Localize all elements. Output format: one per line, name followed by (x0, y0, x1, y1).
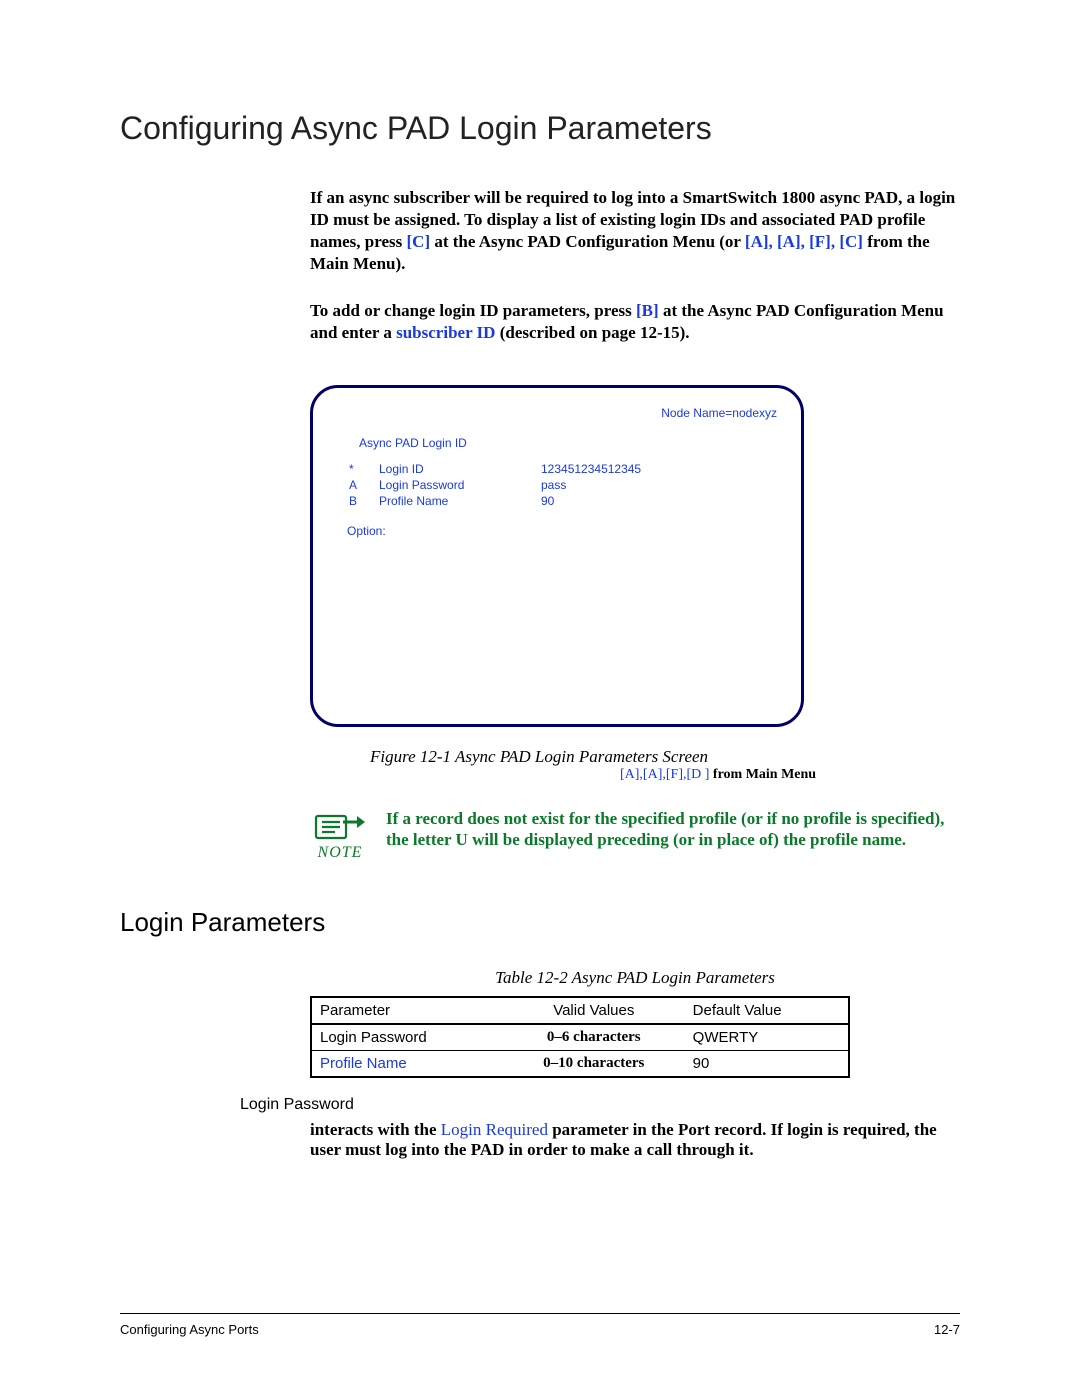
page-footer: Configuring Async Ports 12-7 (120, 1313, 960, 1337)
terminal-heading: Async PAD Login ID (359, 436, 777, 450)
key-c: [C] (407, 232, 431, 251)
terminal-node: Node Name=nodexyz (337, 406, 777, 420)
td-param: Login Password (311, 1024, 503, 1051)
intro-block: If an async subscriber will be required … (310, 187, 960, 345)
row-value: pass (541, 478, 641, 492)
params-table: Parameter Valid Values Default Value Log… (310, 996, 850, 1078)
note-block: NOTE If a record does not exist for the … (310, 808, 960, 862)
param-link[interactable]: Profile Name (320, 1055, 407, 1072)
intro-p1: If an async subscriber will be required … (310, 187, 960, 275)
footer-left: Configuring Async Ports (120, 1322, 259, 1337)
td-valid: 0–6 characters (503, 1024, 685, 1051)
terminal-frame: Node Name=nodexyz Async PAD Login ID * L… (310, 385, 804, 727)
footer-right: 12-7 (934, 1322, 960, 1337)
param-desc-text: interacts with the Login Required parame… (310, 1120, 960, 1160)
td-default: 90 (685, 1050, 849, 1077)
terminal-items: * Login ID 123451234512345 A Login Passw… (337, 460, 643, 510)
terminal-row: * Login ID 123451234512345 (339, 462, 641, 476)
text: will be displayed preceding (or in place… (468, 830, 906, 849)
td-param: Profile Name (311, 1050, 503, 1077)
menu-path: [A], [A], [F], [C] (745, 232, 863, 251)
subscriber-id: subscriber ID (396, 323, 495, 342)
letter-u: U (456, 830, 468, 849)
page-title: Configuring Async PAD Login Parameters (120, 110, 960, 147)
text: interacts with the (310, 1120, 441, 1139)
param-desc-name: Login Password (240, 1096, 960, 1114)
row-label: Login Password (379, 478, 539, 492)
row-key: B (339, 494, 377, 508)
note-label: NOTE (310, 844, 370, 862)
text: at the Async PAD Configuration Menu (or (430, 232, 745, 251)
key-b: [B] (636, 301, 659, 320)
login-required-link[interactable]: Login Required (441, 1120, 548, 1139)
figure-path-text: from Main Menu (709, 767, 816, 782)
row-value: 90 (541, 494, 641, 508)
text: To add or change login ID parameters, pr… (310, 301, 636, 320)
row-label: Profile Name (379, 494, 539, 508)
row-label: Login ID (379, 462, 539, 476)
table-caption: Table 12-2 Async PAD Login Parameters (310, 968, 960, 988)
th-valid: Valid Values (503, 997, 685, 1024)
subheading: Login Parameters (120, 907, 960, 938)
table-row: Profile Name 0–10 characters 90 (311, 1050, 849, 1077)
figure-screen: Node Name=nodexyz Async PAD Login ID * L… (310, 385, 960, 783)
intro-p2: To add or change login ID parameters, pr… (310, 300, 960, 344)
note-icon: NOTE (310, 808, 370, 862)
note-text: If a record does not exist for the speci… (386, 808, 960, 851)
param-desc-block: Login Password interacts with the Login … (240, 1096, 960, 1160)
terminal-option: Option: (347, 524, 777, 538)
row-key: A (339, 478, 377, 492)
row-value: 123451234512345 (541, 462, 641, 476)
td-default: QWERTY (685, 1024, 849, 1051)
terminal-row: B Profile Name 90 (339, 494, 641, 508)
table-header-row: Parameter Valid Values Default Value (311, 997, 849, 1024)
figure-caption: Figure 12-1 Async PAD Login Parameters S… (370, 747, 960, 767)
td-valid: 0–10 characters (503, 1050, 685, 1077)
figure-path-keys: [A],[A],[F],[D ] (620, 767, 709, 782)
text: (described on page 12-15). (495, 323, 689, 342)
table-row: Login Password 0–6 characters QWERTY (311, 1024, 849, 1051)
terminal-row: A Login Password pass (339, 478, 641, 492)
th-default: Default Value (685, 997, 849, 1024)
row-key: * (339, 462, 377, 476)
figure-path: [A],[A],[F],[D ] from Main Menu (620, 767, 960, 783)
th-parameter: Parameter (311, 997, 503, 1024)
